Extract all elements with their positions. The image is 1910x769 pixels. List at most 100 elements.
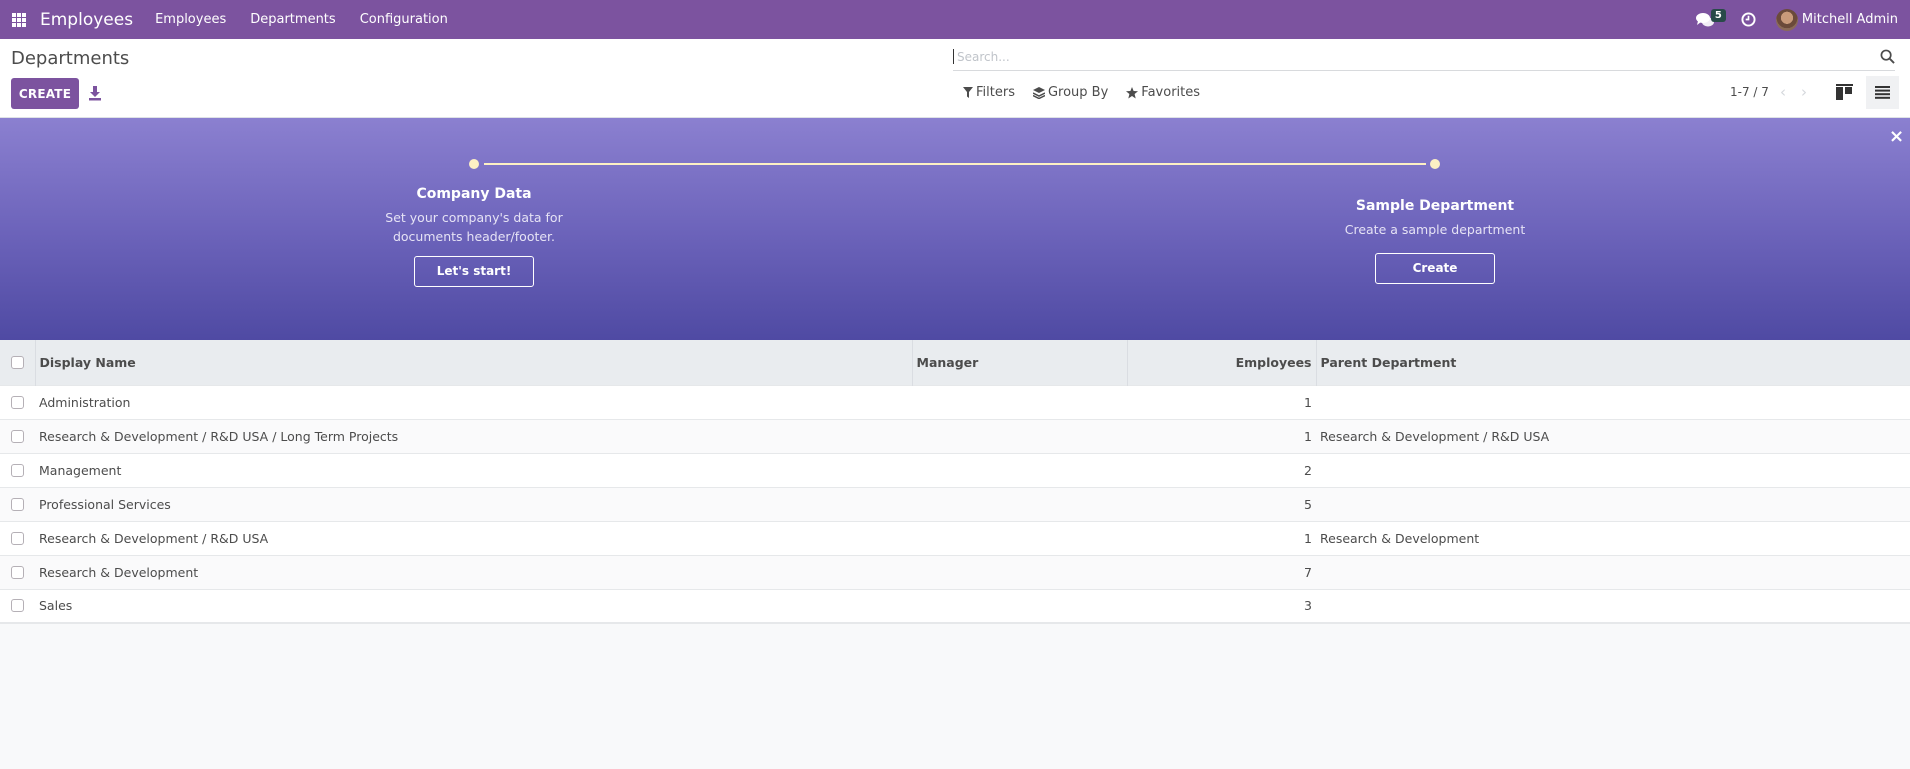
- filter-icon: [963, 87, 973, 98]
- cell-employees[interactable]: 3: [1127, 588, 1316, 624]
- row-checkbox[interactable]: [11, 599, 24, 613]
- table-row[interactable]: Administration 1: [0, 384, 1910, 419]
- menu-employees[interactable]: Employees: [155, 12, 226, 27]
- cell-parent-department[interactable]: Research & Development / R&D USA: [1316, 418, 1910, 453]
- step-sample-department: Sample Department Create a sample depart…: [1285, 198, 1585, 284]
- kanban-view-icon[interactable]: [1836, 84, 1853, 100]
- user-menu[interactable]: Mitchell Admin: [1775, 8, 1898, 31]
- step-title: Sample Department: [1355, 198, 1515, 214]
- cell-display-name[interactable]: Management: [35, 452, 912, 487]
- cell-employees[interactable]: 5: [1127, 486, 1316, 521]
- search-input[interactable]: [953, 49, 1853, 64]
- table-row[interactable]: Research & Development / R&D USA / Long …: [0, 418, 1910, 453]
- cell-display-name[interactable]: Research & Development / R&D USA / Long …: [35, 418, 912, 453]
- row-select-cell: [0, 486, 35, 521]
- cell-employees[interactable]: 1: [1127, 384, 1316, 419]
- app-brand[interactable]: Employees: [40, 10, 133, 30]
- search-options: Filters Group By Favorites: [963, 85, 1218, 100]
- control-panel: Departments CREATE Filters Group By Favo…: [0, 39, 1910, 118]
- favorites-button[interactable]: Favorites: [1126, 85, 1200, 100]
- cell-parent-department[interactable]: Research & Development: [1316, 520, 1910, 555]
- filters-button[interactable]: Filters: [963, 85, 1015, 100]
- search-icon[interactable]: [1880, 49, 1895, 64]
- column-parent-department[interactable]: Parent Department: [1315, 340, 1910, 385]
- download-icon[interactable]: [88, 85, 102, 101]
- column-employees[interactable]: Employees: [1126, 340, 1316, 385]
- step-title: Company Data: [416, 186, 532, 202]
- cell-display-name[interactable]: Administration: [35, 384, 912, 419]
- cell-manager[interactable]: [912, 588, 1127, 624]
- cell-employees[interactable]: 2: [1127, 452, 1316, 487]
- menu-configuration[interactable]: Configuration: [360, 12, 448, 27]
- row-select-cell: [0, 384, 35, 419]
- table-row[interactable]: Research & Development / R&D USA 1 Researc…: [0, 520, 1910, 555]
- step-description: Create a sample department: [1344, 222, 1526, 237]
- row-checkbox[interactable]: [11, 531, 24, 545]
- cell-manager[interactable]: [912, 520, 1127, 555]
- activity-clock-icon[interactable]: [1738, 9, 1760, 31]
- close-banner-icon[interactable]: ×: [1889, 126, 1904, 147]
- row-checkbox[interactable]: [11, 497, 24, 511]
- cell-manager[interactable]: [912, 554, 1127, 589]
- table-row[interactable]: Management 2: [0, 452, 1910, 487]
- row-checkbox[interactable]: [11, 565, 24, 579]
- progress-line: [484, 163, 1426, 165]
- column-display-name[interactable]: Display Name: [34, 340, 912, 385]
- apps-menu-icon[interactable]: [0, 0, 38, 39]
- row-select-cell: [0, 520, 35, 555]
- cell-manager[interactable]: [912, 418, 1127, 453]
- select-all-checkbox[interactable]: [11, 355, 24, 369]
- cell-parent-department[interactable]: [1316, 486, 1910, 521]
- cell-parent-department[interactable]: [1316, 452, 1910, 487]
- star-icon: [1126, 86, 1139, 98]
- user-name: Mitchell Admin: [1801, 12, 1898, 27]
- step-company-data: Company Data Set your company's data for…: [324, 186, 624, 287]
- cell-parent-department[interactable]: [1316, 588, 1910, 624]
- row-select-cell: [0, 418, 35, 453]
- favorites-label: Favorites: [1141, 85, 1201, 100]
- row-checkbox[interactable]: [11, 429, 24, 443]
- step-dot-sample-department: [1430, 159, 1440, 169]
- group-by-label: Group By: [1047, 85, 1109, 100]
- cell-parent-department[interactable]: [1316, 554, 1910, 589]
- group-by-button[interactable]: Group By: [1032, 85, 1109, 100]
- cell-manager[interactable]: [912, 452, 1127, 487]
- cell-manager[interactable]: [912, 384, 1127, 419]
- top-navbar: Employees Employees Departments Configur…: [0, 0, 1910, 39]
- cell-employees[interactable]: 1: [1127, 418, 1316, 453]
- list-view-button[interactable]: [1866, 76, 1899, 109]
- cell-display-name[interactable]: Research & Development / R&D USA: [35, 520, 912, 555]
- cell-employees[interactable]: 1: [1127, 520, 1316, 555]
- create-button[interactable]: CREATE: [11, 78, 79, 109]
- menu-departments[interactable]: Departments: [250, 12, 335, 27]
- table-row[interactable]: Professional Services 5: [0, 486, 1910, 521]
- list-view-icon: [1875, 86, 1890, 99]
- table-header-row: Display Name Manager Employees Parent De…: [0, 340, 1910, 385]
- onboarding-banner: × Company Data Set your company's data f…: [0, 118, 1910, 340]
- filters-label: Filters: [976, 85, 1015, 100]
- pager-next-button[interactable]: ›: [1801, 83, 1807, 101]
- departments-table: Display Name Manager Employees Parent De…: [0, 340, 1910, 624]
- cell-display-name[interactable]: Professional Services: [35, 486, 912, 521]
- row-select-cell: [0, 554, 35, 589]
- row-checkbox[interactable]: [11, 395, 24, 409]
- messages-button[interactable]: 5: [1690, 5, 1726, 35]
- pager-previous-button[interactable]: ‹: [1780, 83, 1786, 101]
- search-bar: [953, 43, 1895, 71]
- row-checkbox[interactable]: [11, 463, 24, 477]
- pager-value[interactable]: 1-7 / 7: [1730, 85, 1769, 99]
- lets-start-button[interactable]: Let's start!: [414, 256, 534, 287]
- row-select-cell: [0, 452, 35, 487]
- cell-display-name[interactable]: Research & Development: [35, 554, 912, 589]
- table-row[interactable]: Research & Development 7: [0, 554, 1910, 589]
- column-manager[interactable]: Manager: [911, 340, 1127, 385]
- cell-display-name[interactable]: Sales: [35, 588, 912, 624]
- create-sample-button[interactable]: Create: [1375, 253, 1495, 284]
- step-dot-company-data: [469, 159, 479, 169]
- cell-parent-department[interactable]: [1316, 384, 1910, 419]
- cell-employees[interactable]: 7: [1127, 554, 1316, 589]
- cell-manager[interactable]: [912, 486, 1127, 521]
- table-row[interactable]: Sales 3: [0, 588, 1910, 624]
- page-title: Departments: [11, 48, 130, 69]
- row-select-cell: [0, 588, 35, 624]
